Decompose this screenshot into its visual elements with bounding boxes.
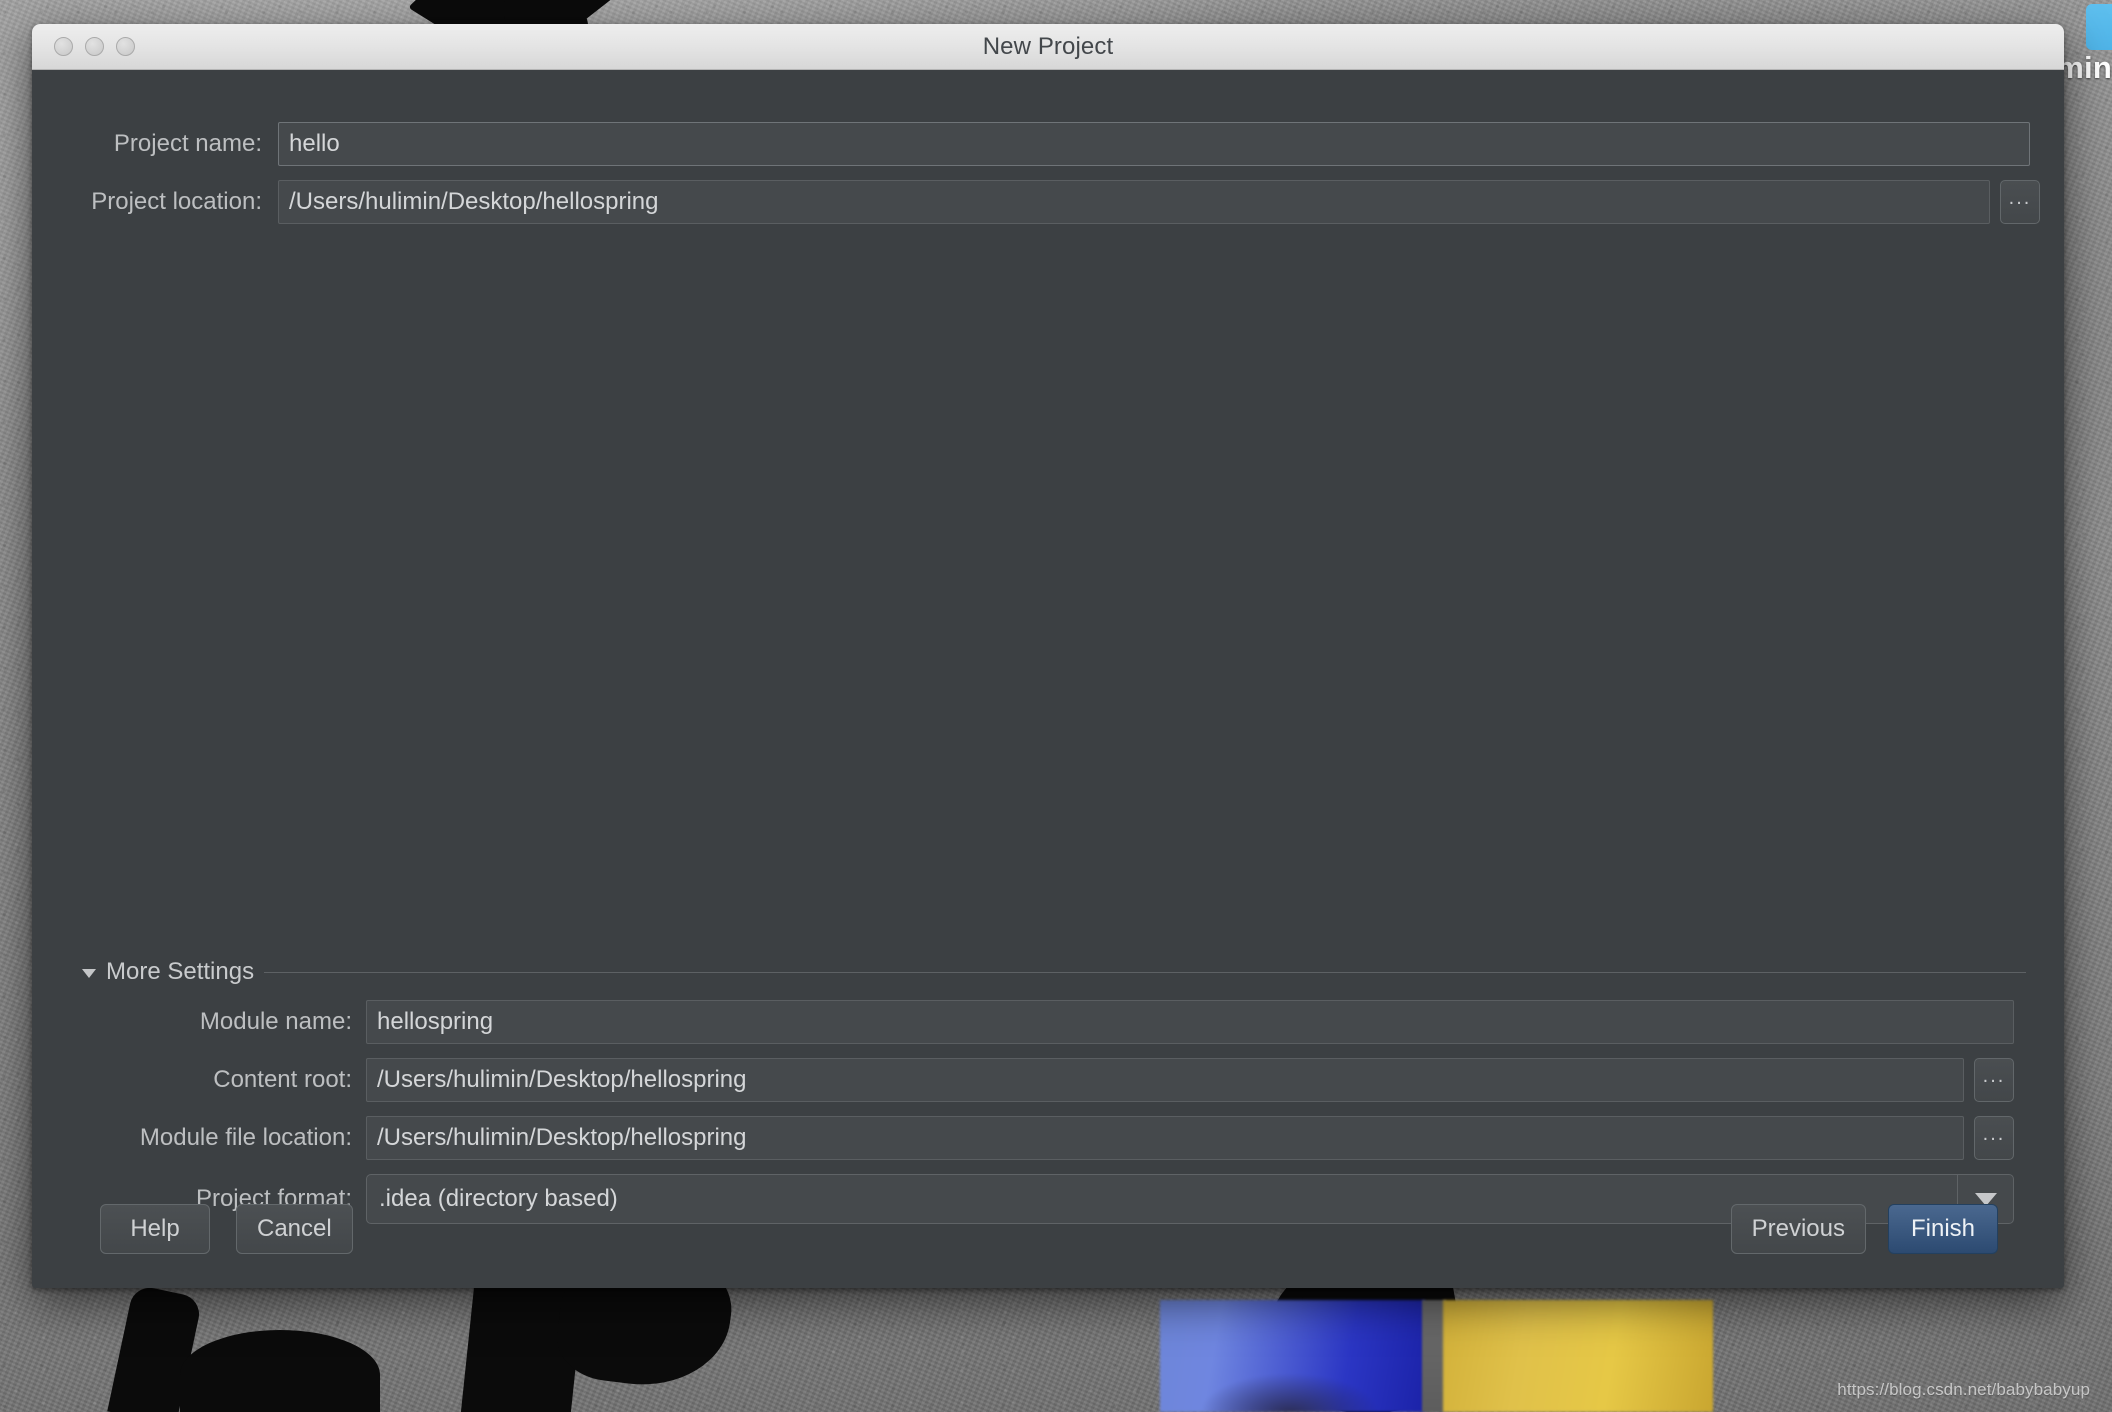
more-settings-divider <box>264 971 2026 973</box>
module-name-input[interactable]: hellospring <box>366 1000 2014 1044</box>
dialog-title: New Project <box>982 32 1114 60</box>
previous-button[interactable]: Previous <box>1730 1204 1866 1254</box>
project-location-label: Project location: <box>91 188 262 215</box>
zoom-button[interactable] <box>116 37 135 56</box>
module-file-location-label: Module file location: <box>139 1124 352 1151</box>
content-root-row: Content root: /Users/hulimin/Desktop/hel… <box>32 1058 2064 1102</box>
module-name-label: Module name: <box>199 1008 352 1035</box>
watermark-url: https://blog.csdn.net/babybabyup <box>1837 1380 2090 1399</box>
new-project-dialog: New Project Project name: hello Project … <box>32 24 2064 1288</box>
project-name-input[interactable]: hello <box>278 122 2030 166</box>
background-blue-chip <box>2086 4 2112 50</box>
content-root-label: Content root: <box>213 1066 352 1093</box>
dialog-body: Project name: hello Project location: /U… <box>32 70 2064 1288</box>
more-settings-label: More Settings <box>106 958 255 985</box>
module-file-location-browse-button[interactable]: ... <box>1974 1116 2014 1160</box>
module-file-location-row: Module file location: /Users/hulimin/Des… <box>32 1116 2064 1160</box>
project-location-input[interactable]: /Users/hulimin/Desktop/hellospring <box>278 180 1990 224</box>
left-button-group: Help Cancel <box>100 1204 353 1254</box>
close-button[interactable] <box>54 37 73 56</box>
project-name-label: Project name: <box>113 130 262 157</box>
project-location-row: Project location: /Users/hulimin/Desktop… <box>32 180 2064 224</box>
cancel-button[interactable]: Cancel <box>236 1204 353 1254</box>
background-yellow-band <box>1443 1300 1713 1412</box>
dialog-button-bar: Help Cancel Previous Finish <box>32 1202 2064 1256</box>
content-root-input[interactable]: /Users/hulimin/Desktop/hellospring <box>366 1058 1964 1102</box>
project-location-browse-button[interactable]: ... <box>2000 180 2040 224</box>
background-silhouette-shape <box>180 1330 380 1412</box>
help-button[interactable]: Help <box>100 1204 210 1254</box>
window-controls <box>54 37 135 56</box>
right-button-group: Previous Finish <box>1730 1204 1998 1254</box>
dialog-titlebar[interactable]: New Project <box>32 24 2064 70</box>
project-name-row: Project name: hello <box>32 122 2064 166</box>
module-name-row: Module name: hellospring <box>32 1000 2064 1044</box>
background-corner-label: min <box>2056 50 2112 85</box>
module-file-location-input[interactable]: /Users/hulimin/Desktop/hellospring <box>366 1116 1964 1160</box>
more-settings-header[interactable]: More Settings <box>82 958 2026 986</box>
finish-button[interactable]: Finish <box>1888 1204 1998 1254</box>
minimize-button[interactable] <box>85 37 104 56</box>
triangle-down-icon[interactable] <box>82 969 96 978</box>
background-blue-band <box>1160 1300 1425 1412</box>
content-root-browse-button[interactable]: ... <box>1974 1058 2014 1102</box>
